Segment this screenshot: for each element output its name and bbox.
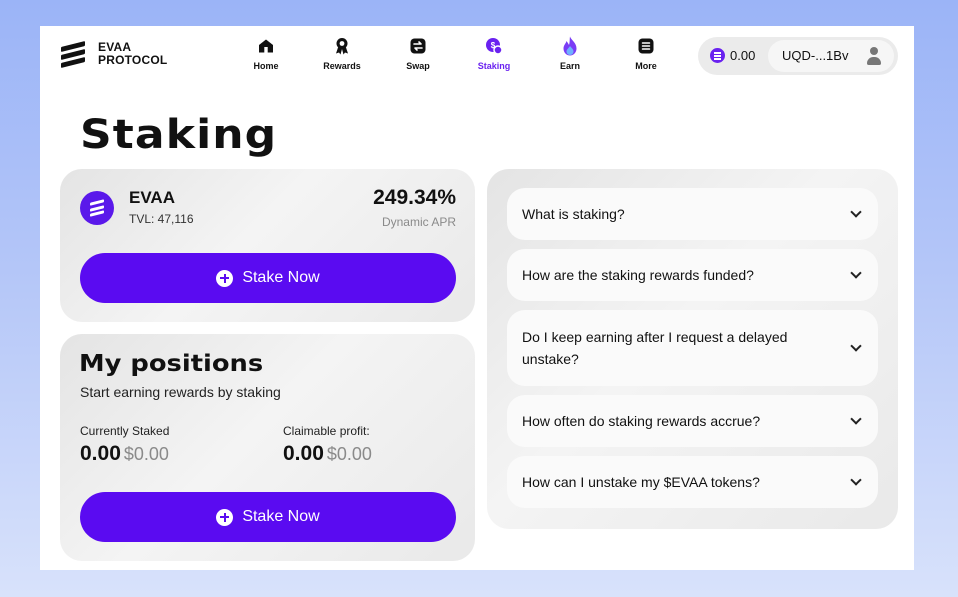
pool-apr-label: Dynamic APR — [381, 215, 456, 229]
claimable-profit-stat: Claimable profit: 0.00 $0.00 — [283, 424, 372, 466]
positions-subtitle: Start earning rewards by staking — [80, 384, 281, 400]
more-icon — [636, 36, 656, 56]
stake-now-button[interactable]: Stake Now — [80, 253, 456, 303]
plus-circle-icon — [216, 508, 234, 526]
currently-staked-amount: 0.00 $0.00 — [80, 442, 169, 466]
currently-staked-stat: Currently Staked 0.00 $0.00 — [80, 424, 169, 466]
chevron-down-icon — [850, 413, 862, 425]
wallet-address: UQD-...1Bv — [782, 48, 849, 63]
faq-question: How often do staking rewards accrue? — [522, 413, 761, 429]
nav-item-more[interactable]: More — [608, 36, 684, 71]
nav-item-swap[interactable]: Swap — [380, 36, 456, 71]
evaa-coin-icon — [710, 48, 725, 63]
plus-circle-icon — [216, 269, 234, 287]
positions-title: My positions — [79, 351, 264, 377]
evaa-logo-icon — [60, 41, 86, 68]
brand-name-line2: PROTOCOL — [98, 53, 168, 67]
staking-icon: $ — [484, 36, 504, 56]
currently-staked-label: Currently Staked — [80, 424, 170, 438]
wallet-widget: 0.00 UQD-...1Bv — [698, 37, 898, 75]
swap-icon — [408, 36, 428, 56]
faq-item[interactable]: How often do staking rewards accrue? — [507, 395, 878, 447]
main-nav: Home Rewards Swap $ Staking Earn More — [228, 36, 684, 71]
balance-value: 0.00 — [730, 48, 756, 63]
token-balance[interactable]: 0.00 — [710, 48, 755, 63]
faq-question: How can I unstake my $EVAA tokens? — [522, 474, 760, 490]
nav-label-earn: Earn — [559, 61, 580, 71]
currently-staked-value: 0.00 — [80, 442, 121, 465]
faq-question: What is staking? — [522, 206, 625, 222]
nav-item-home[interactable]: Home — [228, 36, 304, 71]
my-positions-card: My positions Start earning rewards by st… — [60, 334, 475, 561]
positions-stake-now-button[interactable]: Stake Now — [80, 492, 456, 542]
home-icon — [256, 36, 276, 56]
fire-icon — [560, 36, 580, 56]
chevron-down-icon — [850, 474, 862, 486]
user-avatar-icon — [866, 47, 882, 65]
faq-question: How are the staking rewards funded? — [522, 267, 754, 283]
staking-pool-card: EVAA TVL: 47,116 249.34% Dynamic APR Sta… — [60, 169, 475, 322]
faq-panel: What is staking? How are the staking rew… — [487, 169, 898, 529]
svg-text:$: $ — [491, 41, 496, 50]
chevron-down-icon — [850, 206, 862, 218]
claimable-profit-label: Claimable profit: — [283, 424, 370, 438]
faq-item[interactable]: Do I keep earning after I request a dela… — [507, 310, 878, 386]
claimable-profit-amount: 0.00 $0.00 — [283, 442, 372, 466]
faq-item[interactable]: What is staking? — [507, 188, 878, 240]
nav-item-staking[interactable]: $ Staking — [456, 36, 532, 71]
nav-label-staking: Staking — [477, 61, 511, 71]
nav-label-rewards: Rewards — [323, 61, 361, 71]
nav-label-swap: Swap — [406, 61, 430, 71]
stake-now-label: Stake Now — [242, 269, 320, 286]
wallet-address-button[interactable]: UQD-...1Bv — [768, 40, 894, 72]
positions-stake-now-label: Stake Now — [242, 508, 320, 525]
page-title: Staking — [80, 112, 278, 158]
nav-item-rewards[interactable]: Rewards — [304, 36, 380, 71]
app-window: EVAA PROTOCOL Home Rewards Swap $ Stakin… — [40, 26, 914, 570]
faq-question: Do I keep earning after I request a dela… — [522, 329, 788, 367]
brand-name: EVAA PROTOCOL — [98, 41, 167, 67]
claimable-profit-usd: $0.00 — [326, 444, 372, 464]
nav-label-home: Home — [253, 61, 279, 71]
pool-token-name: EVAA — [129, 188, 175, 207]
pool-apr-value: 249.34% — [373, 186, 456, 209]
faq-item[interactable]: How are the staking rewards funded? — [507, 249, 878, 301]
claimable-profit-value: 0.00 — [283, 442, 324, 465]
top-navbar: EVAA PROTOCOL Home Rewards Swap $ Stakin… — [40, 26, 914, 90]
faq-item[interactable]: How can I unstake my $EVAA tokens? — [507, 456, 878, 508]
chevron-down-icon — [850, 267, 862, 279]
pool-tvl: TVL: 47,116 — [129, 212, 194, 226]
evaa-token-icon — [80, 191, 114, 225]
currently-staked-usd: $0.00 — [123, 444, 169, 464]
brand-logo[interactable]: EVAA PROTOCOL — [60, 41, 167, 68]
rewards-icon — [332, 36, 352, 56]
nav-label-more: More — [635, 61, 657, 71]
chevron-down-icon — [850, 340, 862, 352]
nav-item-earn[interactable]: Earn — [532, 36, 608, 71]
